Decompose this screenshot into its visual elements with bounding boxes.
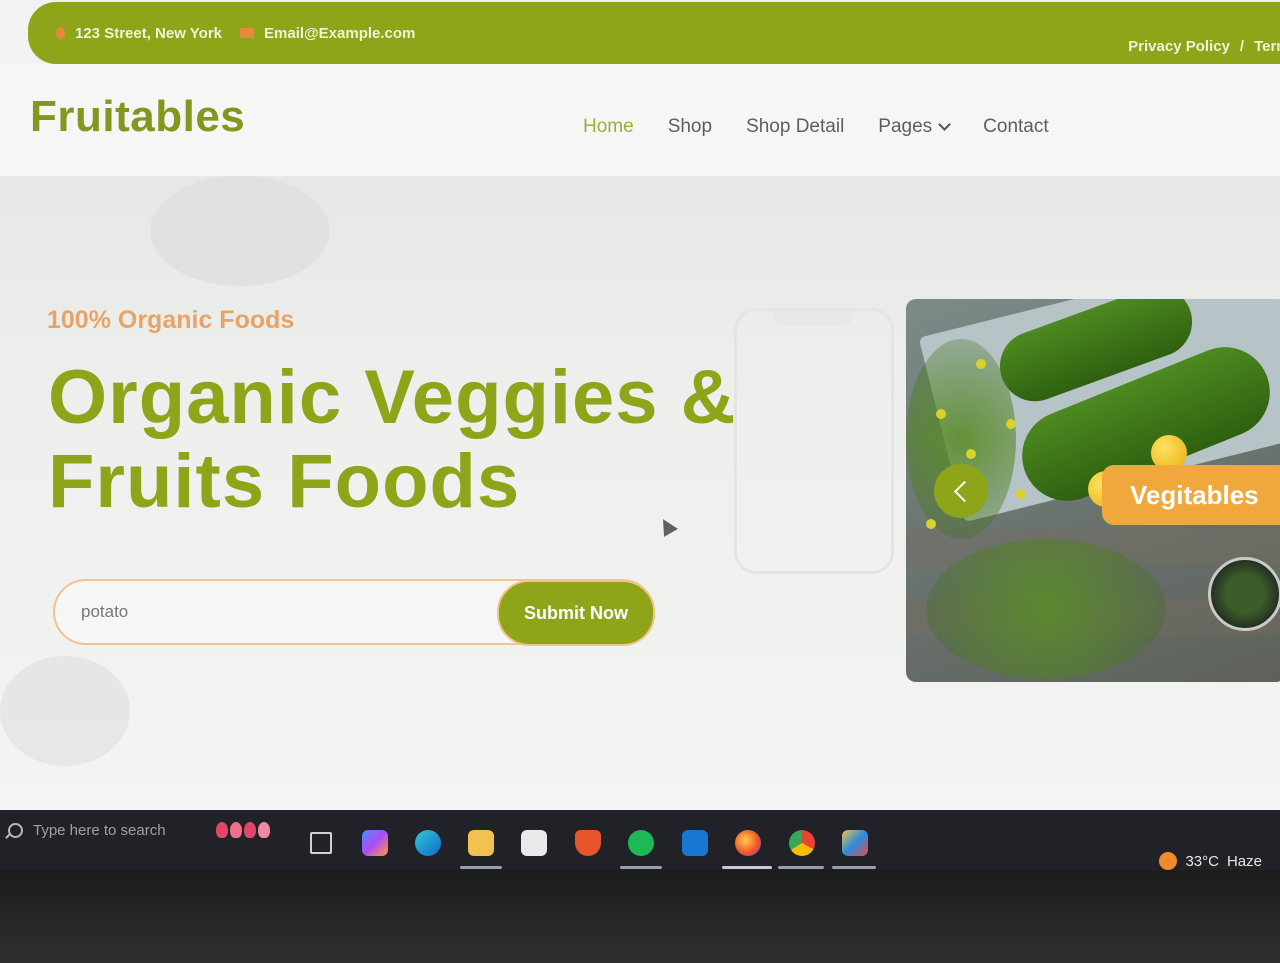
main-nav: Home Shop Shop Detail Pages Contact xyxy=(583,116,1049,138)
active-app-indicator xyxy=(778,866,824,869)
herb-bowl xyxy=(1208,557,1280,631)
email-item[interactable]: Email@Example.com xyxy=(240,25,415,42)
active-app-indicator xyxy=(722,866,772,869)
tulip-shape xyxy=(258,822,270,838)
hero-search-input[interactable] xyxy=(79,597,463,627)
weather-widget[interactable]: 33°C Haze xyxy=(1159,852,1262,870)
taskbar-search-placeholder[interactable]: Type here to search xyxy=(33,822,166,839)
outlook-icon[interactable] xyxy=(682,830,708,856)
address-item: 123 Street, New York xyxy=(56,25,222,42)
privacy-policy-link[interactable]: Privacy Policy xyxy=(1128,38,1230,55)
nav-home[interactable]: Home xyxy=(583,116,634,138)
dill-flower xyxy=(936,409,946,419)
task-view-icon[interactable] xyxy=(310,832,332,854)
terms-link[interactable]: Terms xyxy=(1254,38,1280,55)
nav-shop[interactable]: Shop xyxy=(668,116,712,138)
taskbar-search[interactable]: Type here to search xyxy=(8,822,166,839)
hero-carousel-image: Vegitables xyxy=(906,299,1280,682)
app-icon[interactable] xyxy=(842,830,868,856)
tulip-shape xyxy=(216,822,228,838)
weather-sun-icon xyxy=(1159,852,1178,870)
carousel-prev-button[interactable] xyxy=(934,464,988,518)
policy-links: Privacy Policy / Terms xyxy=(1128,38,1280,55)
active-app-indicator xyxy=(832,866,876,869)
dill-flower xyxy=(1006,419,1016,429)
dill-flower xyxy=(976,359,986,369)
page-bottom-band xyxy=(0,780,1280,810)
chevron-left-icon xyxy=(953,480,975,502)
link-separator: / xyxy=(1239,38,1245,55)
email-text[interactable]: Email@Example.com xyxy=(264,25,415,42)
active-app-indicator xyxy=(460,866,502,869)
edge-icon[interactable] xyxy=(415,830,441,856)
nav-pages[interactable]: Pages xyxy=(878,116,952,138)
brave-icon[interactable] xyxy=(575,830,601,856)
location-pin-icon xyxy=(56,27,65,39)
hero-section: 100% Organic Foods Organic Veggies & Fru… xyxy=(0,176,1280,780)
browser-screen: 123 Street, New York Email@Example.com P… xyxy=(0,0,1280,880)
weather-desc: Haze xyxy=(1226,852,1262,870)
search-icon xyxy=(8,823,23,838)
hero-headline: Organic Veggies & Fruits Foods xyxy=(48,356,737,524)
tulip-shape xyxy=(244,822,256,838)
carousel-category-badge: Vegitables xyxy=(1102,465,1280,525)
contact-info: 123 Street, New York Email@Example.com xyxy=(56,25,415,42)
chrome-icon[interactable] xyxy=(789,830,815,856)
top-info-bar: 123 Street, New York Email@Example.com P… xyxy=(28,2,1280,64)
nav-contact[interactable]: Contact xyxy=(983,116,1048,138)
site-header: Fruitables Home Shop Shop Detail Pages C… xyxy=(0,64,1280,176)
tulip-shape xyxy=(230,822,242,838)
nav-pages-label: Pages xyxy=(878,116,933,137)
active-app-indicator xyxy=(620,866,662,869)
dill-flower xyxy=(966,449,976,459)
copilot-icon[interactable] xyxy=(362,830,388,856)
dill-flower xyxy=(926,519,936,529)
headline-line-2: Fruits Foods xyxy=(48,439,521,524)
dill-flower xyxy=(1016,489,1026,499)
chevron-down-icon xyxy=(938,118,952,131)
tulips-widget-icon[interactable] xyxy=(216,822,270,838)
site-logo[interactable]: Fruitables xyxy=(30,92,245,142)
nav-shop-detail[interactable]: Shop Detail xyxy=(746,116,844,138)
phone-notch xyxy=(773,311,853,325)
windows-taskbar: Type here to search 33°C Haze xyxy=(0,810,1280,870)
file-explorer-icon[interactable] xyxy=(468,830,494,856)
headline-line-1: Organic Veggies & xyxy=(48,355,737,440)
weather-temp: 33°C xyxy=(1185,852,1219,870)
background-blob xyxy=(0,656,130,766)
phone-outline-decoration xyxy=(734,308,894,574)
hero-tagline: 100% Organic Foods xyxy=(47,306,295,334)
envelope-icon xyxy=(240,28,255,38)
background-blob xyxy=(150,176,330,286)
hero-search-form: Submit Now xyxy=(53,579,655,646)
submit-now-button[interactable]: Submit Now xyxy=(497,580,655,646)
microsoft-store-icon[interactable] xyxy=(521,830,547,856)
address-text: 123 Street, New York xyxy=(75,24,223,42)
firefox-icon[interactable] xyxy=(735,830,761,856)
dill-herbs xyxy=(926,539,1166,679)
monitor-bezel xyxy=(0,870,1280,963)
spotify-icon[interactable] xyxy=(628,830,654,856)
